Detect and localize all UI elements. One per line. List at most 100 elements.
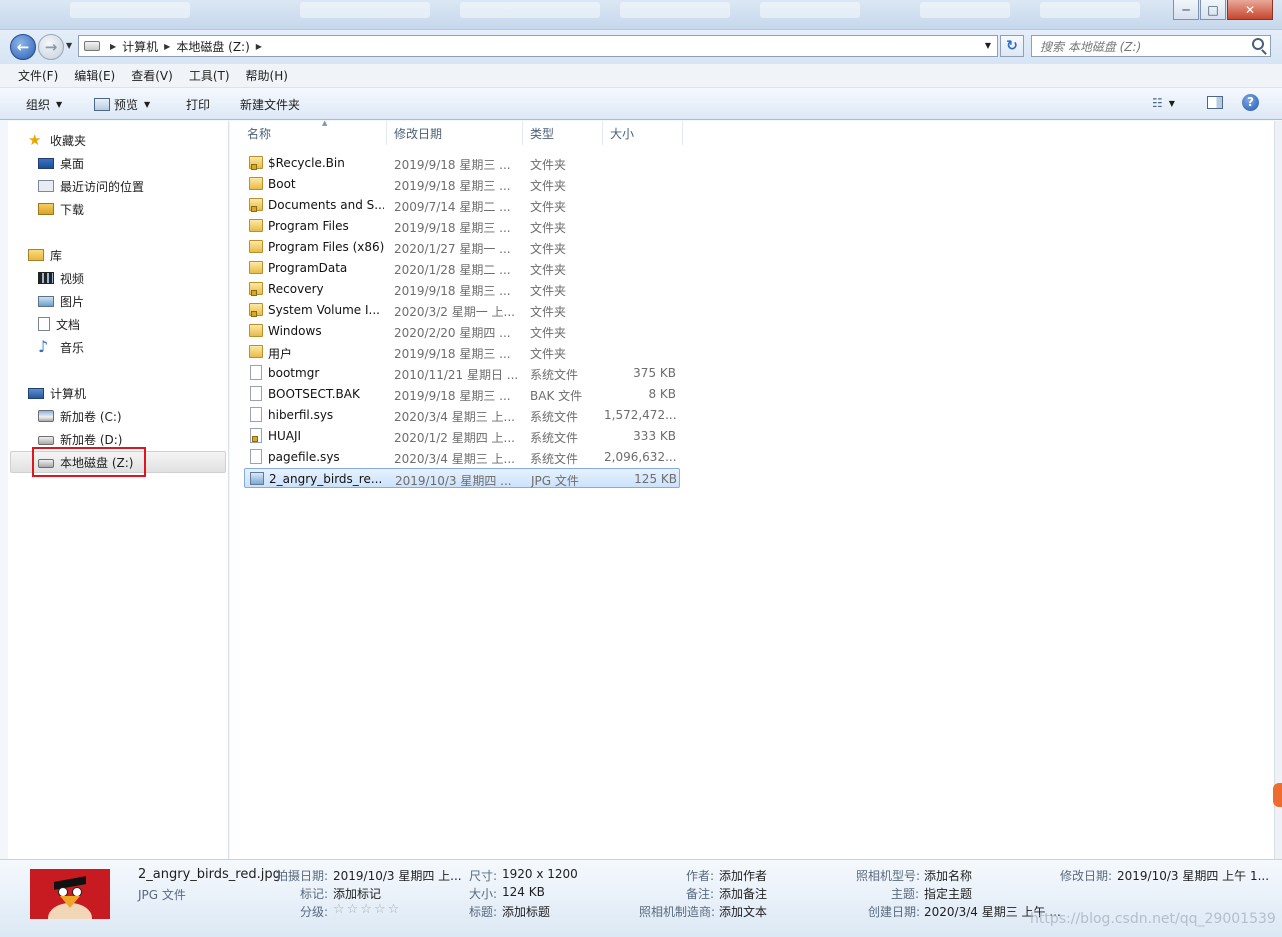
address-history-dropdown-icon[interactable]: ▼	[985, 41, 991, 50]
detail-camera-model[interactable]: 添加名称	[924, 867, 972, 884]
file-row[interactable]: $Recycle.Bin 2019/9/18 星期三 ... 文件夹	[244, 153, 680, 173]
library-icon	[28, 249, 44, 261]
nav-item-videos[interactable]: 视频	[38, 268, 84, 288]
file-name: System Volume I...	[268, 303, 380, 317]
bird-beak-shape	[60, 896, 80, 908]
detail-tags[interactable]: 添加标记	[333, 885, 381, 902]
column-header-date[interactable]: 修改日期	[387, 121, 523, 145]
rating-stars[interactable]: ☆☆☆☆☆	[333, 902, 401, 917]
file-date: 2020/3/2 星期一 上...	[394, 305, 515, 319]
file-row[interactable]: bootmgr 2010/11/21 星期日 ... 系统文件 375 KB	[244, 363, 680, 383]
file-row[interactable]: BOOTSECT.BAK 2019/9/18 星期三 ... BAK 文件 8 KB	[244, 384, 680, 404]
menu-help[interactable]: 帮助(H)	[238, 67, 296, 84]
nav-computer[interactable]: 计算机	[28, 383, 86, 403]
file-row[interactable]: Program Files 2019/9/18 星期三 ... 文件夹	[244, 216, 680, 236]
detail-date-taken[interactable]: 2019/10/3 星期四 上...	[333, 867, 462, 884]
desktop-icon	[38, 157, 54, 169]
maximize-button[interactable]: □	[1200, 0, 1226, 20]
nav-item-label: 音乐	[60, 340, 85, 355]
file-row[interactable]: Program Files (x86) 2020/1/27 星期一 ... 文件夹	[244, 237, 680, 257]
highlight-annotation-box	[32, 447, 146, 477]
back-arrow-icon: ←	[16, 38, 30, 56]
preview-pane-button[interactable]	[1207, 96, 1223, 109]
file-row[interactable]: Documents and S... 2009/7/14 星期二 ... 文件夹	[244, 195, 680, 215]
side-widget-tab[interactable]	[1273, 783, 1282, 807]
column-header-name[interactable]: ▲ 名称	[240, 119, 387, 145]
file-row[interactable]: hiberfil.sys 2020/3/4 星期三 上... 系统文件 1,572,4…	[244, 405, 680, 425]
detail-comments[interactable]: 添加备注	[719, 885, 767, 902]
preview-icon	[94, 98, 110, 111]
back-button[interactable]: ←	[10, 34, 36, 60]
file-thumbnail	[30, 869, 110, 919]
detail-subject[interactable]: 指定主题	[924, 885, 972, 902]
column-header-type[interactable]: 类型	[523, 121, 603, 145]
nav-item-downloads[interactable]: 下载	[38, 199, 84, 219]
preview-button[interactable]: 预览 ▼	[94, 96, 150, 113]
print-button[interactable]: 打印	[186, 96, 210, 113]
search-icon[interactable]	[1252, 38, 1264, 50]
organize-button[interactable]: 组织 ▼	[26, 96, 62, 113]
refresh-button[interactable]: ↻	[1000, 35, 1024, 57]
breadcrumb-computer[interactable]: 计算机	[122, 38, 158, 55]
close-button[interactable]: ✕	[1227, 0, 1273, 20]
nav-item-music[interactable]: ♪ 音乐	[38, 337, 84, 357]
nav-item-drive-c[interactable]: 新加卷 (C:)	[38, 406, 122, 426]
file-row[interactable]: 用户 2019/9/18 星期三 ... 文件夹	[244, 342, 680, 362]
new-folder-button[interactable]: 新建文件夹	[240, 96, 300, 113]
minimize-button[interactable]: ─	[1173, 0, 1199, 20]
change-view-button[interactable]: ☷ ▼	[1152, 96, 1175, 110]
chevron-right-icon[interactable]: ▶	[164, 42, 170, 51]
menu-view[interactable]: 查看(V)	[123, 67, 181, 84]
lock-icon	[251, 164, 257, 170]
file-row[interactable]: Windows 2020/2/20 星期四 ... 文件夹	[244, 321, 680, 341]
file-row[interactable]: System Volume I... 2020/3/2 星期一 上... 文件夹	[244, 300, 680, 320]
file-date: 2010/11/21 星期日 ...	[394, 368, 519, 382]
file-row[interactable]: 2_angry_birds_re... 2019/10/3 星期四 ... JPG …	[244, 468, 680, 488]
column-header-size[interactable]: 大小	[603, 121, 683, 145]
recent-pages-dropdown-icon[interactable]: ▼	[66, 41, 72, 50]
file-type: 系统文件	[530, 368, 579, 382]
nav-item-documents[interactable]: 文档	[38, 314, 80, 334]
file-date: 2020/3/4 星期三 上...	[394, 452, 515, 466]
file-type: 文件夹	[530, 305, 567, 319]
file-row[interactable]: pagefile.sys 2020/3/4 星期三 上... 系统文件 2,096,6…	[244, 447, 680, 467]
search-input[interactable]: 搜索 本地磁盘 (Z:)	[1031, 35, 1271, 57]
folder-icon	[249, 240, 263, 253]
menu-file[interactable]: 文件(F)	[10, 67, 66, 84]
watermark-text: https://blog.csdn.net/qq_29001539	[1030, 911, 1276, 927]
help-button[interactable]: ?	[1242, 94, 1259, 111]
vertical-scrollbar[interactable]	[1274, 121, 1282, 859]
view-list-icon: ☷	[1152, 96, 1163, 110]
file-name: bootmgr	[268, 366, 320, 380]
chevron-down-icon: ▼	[144, 100, 151, 109]
detail-label: 照相机制造商:	[639, 905, 716, 919]
detail-label: 备注:	[686, 887, 715, 901]
menu-tools[interactable]: 工具(T)	[181, 67, 238, 84]
chevron-right-icon[interactable]: ▶	[110, 42, 116, 51]
details-filename: 2_angry_birds_red.jpg	[138, 867, 281, 882]
nav-item-pictures[interactable]: 图片	[38, 291, 84, 311]
address-bar[interactable]: ▶ 计算机 ▶ 本地磁盘 (Z:) ▶ ▼	[78, 35, 998, 57]
detail-camera-maker[interactable]: 添加文本	[719, 903, 767, 920]
chevron-right-icon[interactable]: ▶	[256, 42, 262, 51]
nav-item-recent-places[interactable]: 最近访问的位置	[38, 176, 144, 196]
nav-favorites[interactable]: ★ 收藏夹	[28, 130, 86, 150]
file-type: 文件夹	[530, 179, 567, 193]
forward-button[interactable]: →	[38, 34, 64, 60]
nav-item-drive-d[interactable]: 新加卷 (D:)	[38, 429, 122, 449]
nav-item-desktop[interactable]: 桌面	[38, 153, 84, 173]
file-type: 文件夹	[530, 284, 567, 298]
file-row[interactable]: Recovery 2019/9/18 星期三 ... 文件夹	[244, 279, 680, 299]
detail-label: 标题:	[469, 905, 498, 919]
menu-edit[interactable]: 编辑(E)	[66, 67, 123, 84]
nav-libraries[interactable]: 库	[28, 245, 62, 265]
file-row[interactable]: HUAJI 2020/1/2 星期四 上... 系统文件 333 KB	[244, 426, 680, 446]
file-date: 2020/1/2 星期四 上...	[394, 431, 515, 445]
detail-title[interactable]: 添加标题	[502, 903, 550, 920]
breadcrumb-local-disk[interactable]: 本地磁盘 (Z:)	[176, 38, 249, 55]
file-size: 2,096,632...	[604, 450, 676, 464]
file-row[interactable]: ProgramData 2020/1/28 星期二 ... 文件夹	[244, 258, 680, 278]
detail-author[interactable]: 添加作者	[719, 867, 767, 884]
file-type: 文件夹	[530, 158, 567, 172]
file-row[interactable]: Boot 2019/9/18 星期三 ... 文件夹	[244, 174, 680, 194]
